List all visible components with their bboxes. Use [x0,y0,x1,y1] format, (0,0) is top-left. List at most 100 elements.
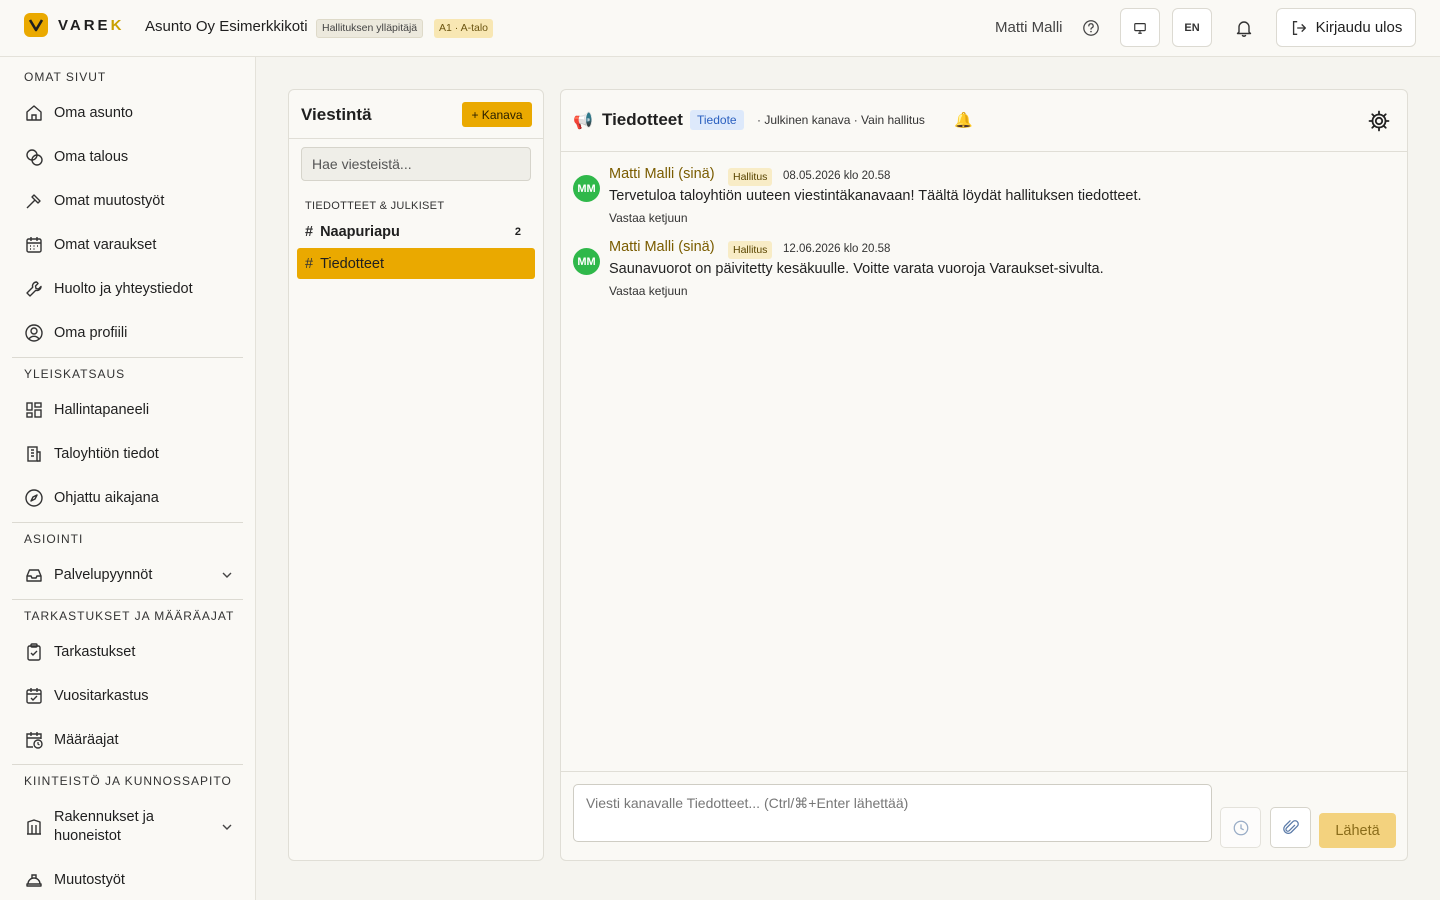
calendar-icon [26,237,42,253]
sidebar-item-maaraajat[interactable]: Määräajat [24,726,240,754]
hash-icon: # [305,223,314,240]
message-timestamp: 08.05.2026 klo 20.58 [783,170,891,182]
logout-label: Kirjaudu ulos [1315,19,1403,36]
logo-text: VAREK [58,16,125,34]
message-text: Saunavuorot on päivitetty kesäkuulle. Vo… [609,261,1104,277]
sidebar-item-oma-asunto[interactable]: Oma asunto [24,99,240,127]
message-item: MM Matti Malli (sinä) Hallitus 12.06.202… [573,236,1393,298]
user-name: Matti Malli [995,19,1063,36]
sidebar-item-taloyhtion-tiedot[interactable]: Taloyhtiön tiedot [24,440,240,468]
monitor-icon [1134,22,1146,34]
reply-thread-link[interactable]: Vastaa ketjuun [609,284,688,298]
sidebar-item-omat-varaukset[interactable]: Omat varaukset [24,231,240,259]
calendar-check-icon [26,688,42,704]
inbox-icon [26,569,42,582]
notifications-bell-icon[interactable] [1234,18,1254,38]
channel-meta: · Julkinen kanava · Vain hallitus [757,113,925,127]
logout-button[interactable]: Kirjaudu ulos [1276,8,1416,47]
schedule-message-button[interactable] [1220,807,1261,848]
logo[interactable]: VAREK [24,13,124,37]
sidebar-divider [12,599,243,600]
attach-file-button[interactable] [1270,807,1311,848]
chat-panel: 📢 Tiedotteet Tiedote · Julkinen kanava ·… [560,89,1408,861]
message-timestamp: 12.06.2026 klo 20.58 [783,243,891,255]
paperclip-icon [1282,819,1299,834]
section-title-asiointi: ASIOINTI [24,532,84,546]
hardhat-icon [26,874,42,887]
sidebar-item-palvelupyynnot[interactable]: Palvelupyynnöt [24,561,240,589]
channel-title: Tiedotteet [602,110,683,129]
message-composer-input[interactable] [573,784,1212,842]
sidebar-divider [12,764,243,765]
add-channel-button[interactable]: + Kanava [462,102,532,127]
user-circle-icon [25,324,43,342]
channel-item-tiedotteet[interactable]: # Tiedotteet [297,248,535,279]
sidebar-divider [12,522,243,523]
section-title-omat-sivut: OMAT SIVUT [24,70,107,84]
sidebar-item-rakennukset[interactable]: Rakennukset ja huoneistot [24,807,240,847]
send-button[interactable]: Lähetä [1319,813,1396,848]
sidebar-item-tarkastukset[interactable]: Tarkastukset [24,638,240,666]
clock-icon [1233,820,1248,835]
channel-notification-bell-icon[interactable]: 🔔 [954,111,973,129]
logout-icon [1292,20,1306,35]
reply-thread-link[interactable]: Vastaa ketjuun [609,211,688,225]
avatar: MM [573,248,600,275]
composer-divider [561,771,1407,772]
compass-icon [25,489,43,507]
channel-group-title: TIEDOTTEET & JULKISET [305,200,445,212]
dashboard-icon [26,402,42,418]
channel-panel-title: Viestintä [301,105,372,124]
channel-name: Naapuriapu [320,223,400,240]
chevron-down-icon [222,824,232,830]
org-name: Asunto Oy Esimerkkikoti [145,18,308,35]
channel-panel-divider [289,138,543,139]
channel-type-badge: Tiedote [690,110,744,130]
chat-header: 📢 Tiedotteet Tiedote · Julkinen kanava ·… [561,90,1407,152]
sidebar-item-ohjattu-aikajana[interactable]: Ohjattu aikajana [24,484,240,512]
sidebar-divider [12,357,243,358]
sidebar-item-hallintapaneeli[interactable]: Hallintapaneeli [24,396,240,424]
section-title-tarkastukset: TARKASTUKSET JA MÄÄRÄAJAT [24,609,235,623]
section-title-yleiskatsaus: YLEISKATSAUS [24,367,126,381]
display-mode-button[interactable] [1120,8,1160,47]
building-icon [27,446,41,462]
author-role-badge: Hallitus [728,168,773,186]
sidebar-item-oma-profiili[interactable]: Oma profiili [24,319,240,347]
top-header: VAREK Asunto Oy Esimerkkikoti Hallitukse… [0,0,1440,57]
coins-icon [26,149,43,166]
role-badge: Hallituksen ylläpitäjä [316,19,424,38]
sidebar-item-vuositarkastus[interactable]: Vuositarkastus [24,682,240,710]
building-columns-icon [27,819,41,835]
chevron-down-icon [222,572,232,578]
message-search-input[interactable] [301,147,531,181]
hammer-icon [26,194,41,209]
message-author[interactable]: Matti Malli (sinä) [609,166,715,182]
avatar: MM [573,175,600,202]
clipboard-check-icon [27,643,41,661]
megaphone-icon: 📢 [573,113,593,130]
logo-mark-icon [24,13,48,37]
home-icon [26,105,42,121]
section-title-kiinteisto: KIINTEISTÖ JA KUNNOSSAPITO [24,774,232,788]
sidebar-item-muutostyot[interactable]: Muutostyöt [24,866,240,894]
help-icon[interactable] [1082,19,1100,37]
gear-icon[interactable] [1367,109,1391,133]
channel-item-naapuriapu[interactable]: # Naapuriapu 2 [297,216,535,247]
message-text: Tervetuloa taloyhtiön uuteen viestintäka… [609,188,1142,204]
hash-icon: # [305,255,314,272]
sidebar-item-omat-muutostyot[interactable]: Omat muutostyöt [24,187,240,215]
channel-panel: Viestintä + Kanava TIEDOTTEET & JULKISET… [288,89,544,861]
wrench-icon [26,281,42,297]
message-author[interactable]: Matti Malli (sinä) [609,239,715,255]
author-role-badge: Hallitus [728,241,773,259]
sidebar: OMAT SIVUT Oma asunto Oma talous Omat mu… [0,57,256,900]
apartment-badge: A1 · A-talo [434,19,494,38]
sidebar-item-oma-talous[interactable]: Oma talous [24,143,240,171]
calendar-clock-icon [26,732,43,749]
channel-name: Tiedotteet [320,255,385,272]
message-item: MM Matti Malli (sinä) Hallitus 08.05.202… [573,163,1393,225]
language-button[interactable]: EN [1172,8,1212,47]
unread-count-badge: 2 [514,225,521,238]
sidebar-item-huolto[interactable]: Huolto ja yhteystiedot [24,275,240,303]
